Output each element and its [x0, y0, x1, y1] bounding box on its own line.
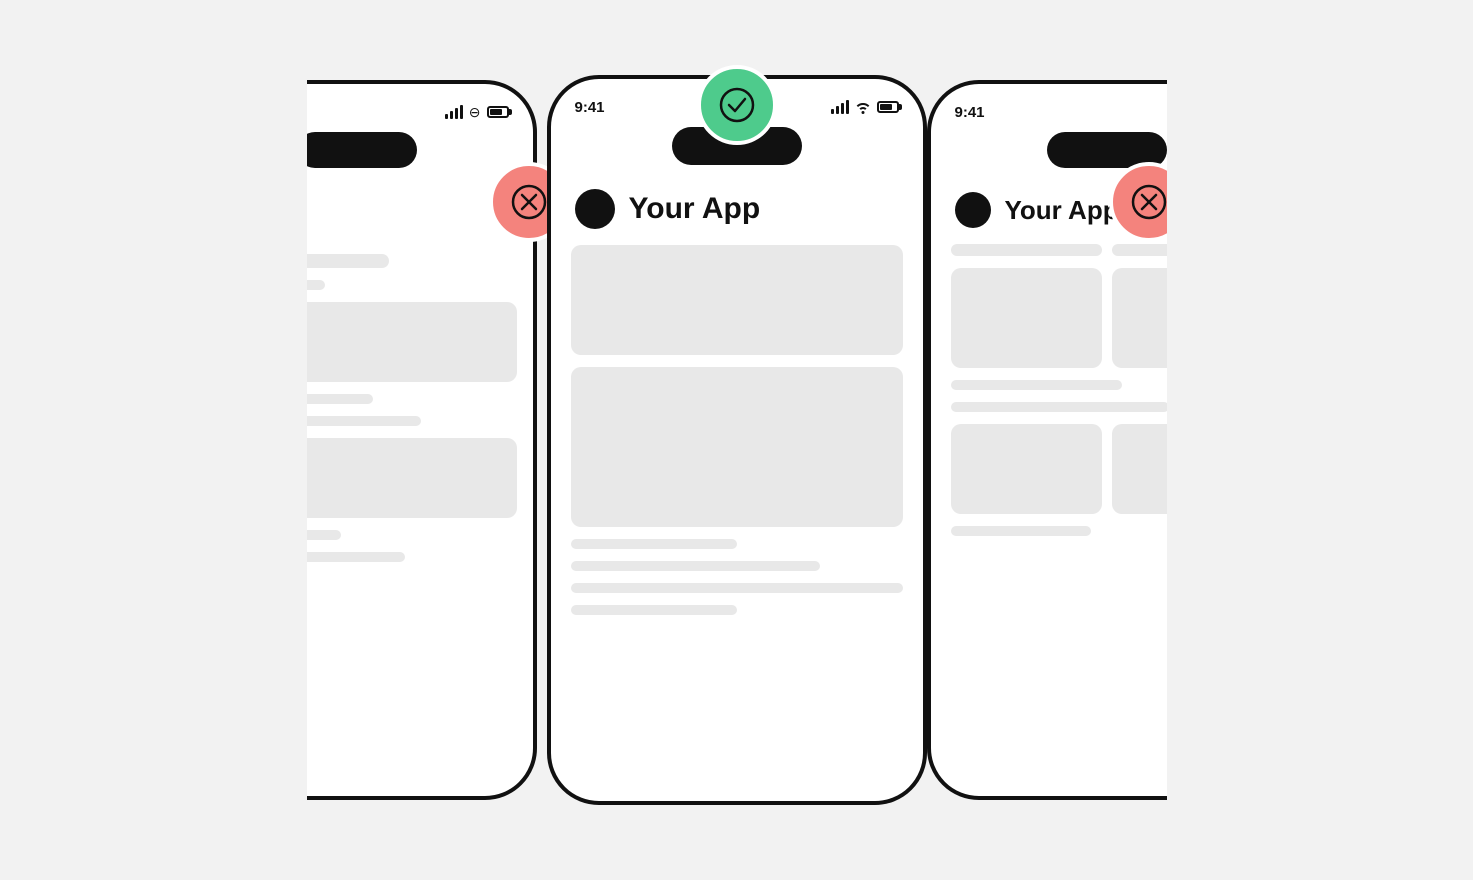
- status-bar-right: 9:41: [931, 84, 1167, 128]
- battery-center: [877, 101, 899, 113]
- skeleton-r2: [1112, 244, 1167, 256]
- skeleton-rg3: [951, 424, 1102, 514]
- skeleton-row-3: [951, 402, 1167, 412]
- skeleton-left-1: [307, 254, 389, 268]
- skeleton-left-5: [307, 416, 421, 426]
- skeleton-row-4: [951, 526, 1167, 536]
- skeleton-rg1: [951, 268, 1102, 368]
- phone-left-wrapper: ⊖ pp: [307, 80, 547, 800]
- skeleton-r1: [951, 244, 1102, 256]
- phone-right-wrapper: 9:41: [927, 80, 1167, 800]
- status-icons-center: [831, 100, 899, 114]
- time-right: 9:41: [955, 104, 985, 121]
- phones-container: ⊖ pp: [0, 0, 1473, 880]
- signal-left: [445, 105, 463, 119]
- skeleton-left-6: [307, 438, 517, 518]
- wifi-left: ⊖: [469, 104, 481, 121]
- skeleton-c5: [571, 583, 903, 593]
- app-logo-center: [575, 189, 615, 229]
- status-bar-left: ⊖: [307, 84, 533, 128]
- skeleton-row-top: [951, 244, 1167, 256]
- skeleton-row-2: [951, 380, 1167, 390]
- skeleton-left-4: [307, 394, 373, 404]
- skeleton-grid-2: [951, 424, 1167, 514]
- app-header-center: Your App: [551, 165, 923, 245]
- skeleton-left-2: [307, 280, 325, 290]
- app-content-center: [551, 245, 923, 801]
- skeleton-left-7: [307, 530, 341, 540]
- skeleton-c6: [571, 605, 737, 615]
- dynamic-island-left: [307, 132, 417, 168]
- skeleton-rg4: [1112, 424, 1167, 514]
- skeleton-left-8: [307, 552, 405, 562]
- skeleton-c4: [571, 561, 820, 571]
- skeleton-c2: [571, 367, 903, 527]
- app-logo-right: [955, 192, 991, 228]
- skeleton-rg2: [1112, 268, 1167, 368]
- skeleton-c1: [571, 245, 903, 355]
- wifi-center: [855, 100, 871, 114]
- skeleton-grid-1: [951, 268, 1167, 368]
- skeleton-r5: [951, 526, 1091, 536]
- skeleton-r3: [951, 380, 1123, 390]
- time-center: 9:41: [575, 99, 605, 116]
- phone-center: 9:41: [547, 75, 927, 805]
- badge-check-center: [697, 65, 777, 145]
- skeleton-left-3: [307, 302, 517, 382]
- app-content-left: [307, 244, 533, 796]
- x-icon-left: [511, 184, 547, 220]
- battery-left: [487, 106, 509, 118]
- skeleton-c3: [571, 539, 737, 549]
- status-icons-left: ⊖: [445, 104, 509, 121]
- x-icon-right: [1131, 184, 1167, 220]
- signal-center: [831, 100, 849, 114]
- check-icon-center: [719, 87, 755, 123]
- skeleton-r4: [951, 402, 1167, 412]
- app-title-right: Your App: [1005, 195, 1119, 226]
- phones-row: ⊖ pp: [307, 75, 1167, 805]
- app-content-right: [931, 244, 1167, 796]
- phone-center-wrapper: 9:41: [547, 75, 927, 805]
- app-title-center: Your App: [629, 192, 761, 226]
